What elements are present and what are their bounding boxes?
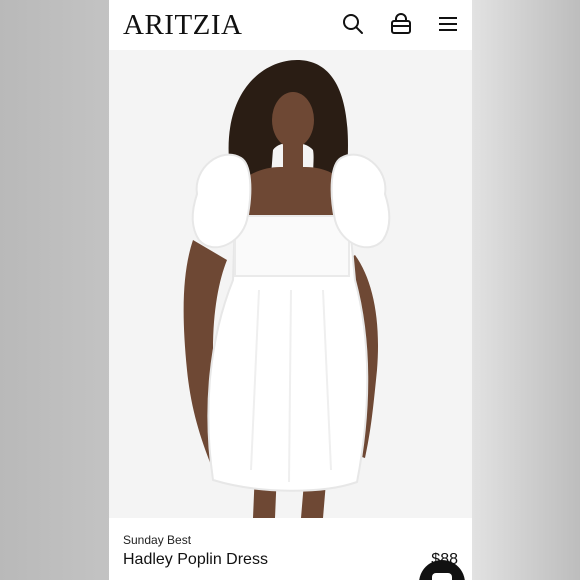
background-right [472, 0, 580, 580]
product-photo [183, 60, 391, 518]
brand-logo[interactable]: ARITZIA [123, 8, 242, 42]
product-name[interactable]: Hadley Poplin Dress [123, 551, 268, 569]
product-collection: Sunday Best [123, 533, 192, 547]
chat-icon[interactable] [419, 560, 465, 580]
top-nav-bar: ARITZIA [109, 0, 472, 50]
search-icon[interactable] [341, 12, 365, 36]
app-screen: ARITZIA Sunday Best Hadley Poplin Dress [109, 0, 472, 580]
product-image[interactable] [109, 50, 472, 518]
menu-icon[interactable] [436, 12, 460, 36]
bag-icon[interactable] [389, 12, 413, 36]
product-info: Sunday Best Hadley Poplin Dress $88 [109, 518, 472, 580]
chat-bubble-shape [432, 573, 452, 580]
